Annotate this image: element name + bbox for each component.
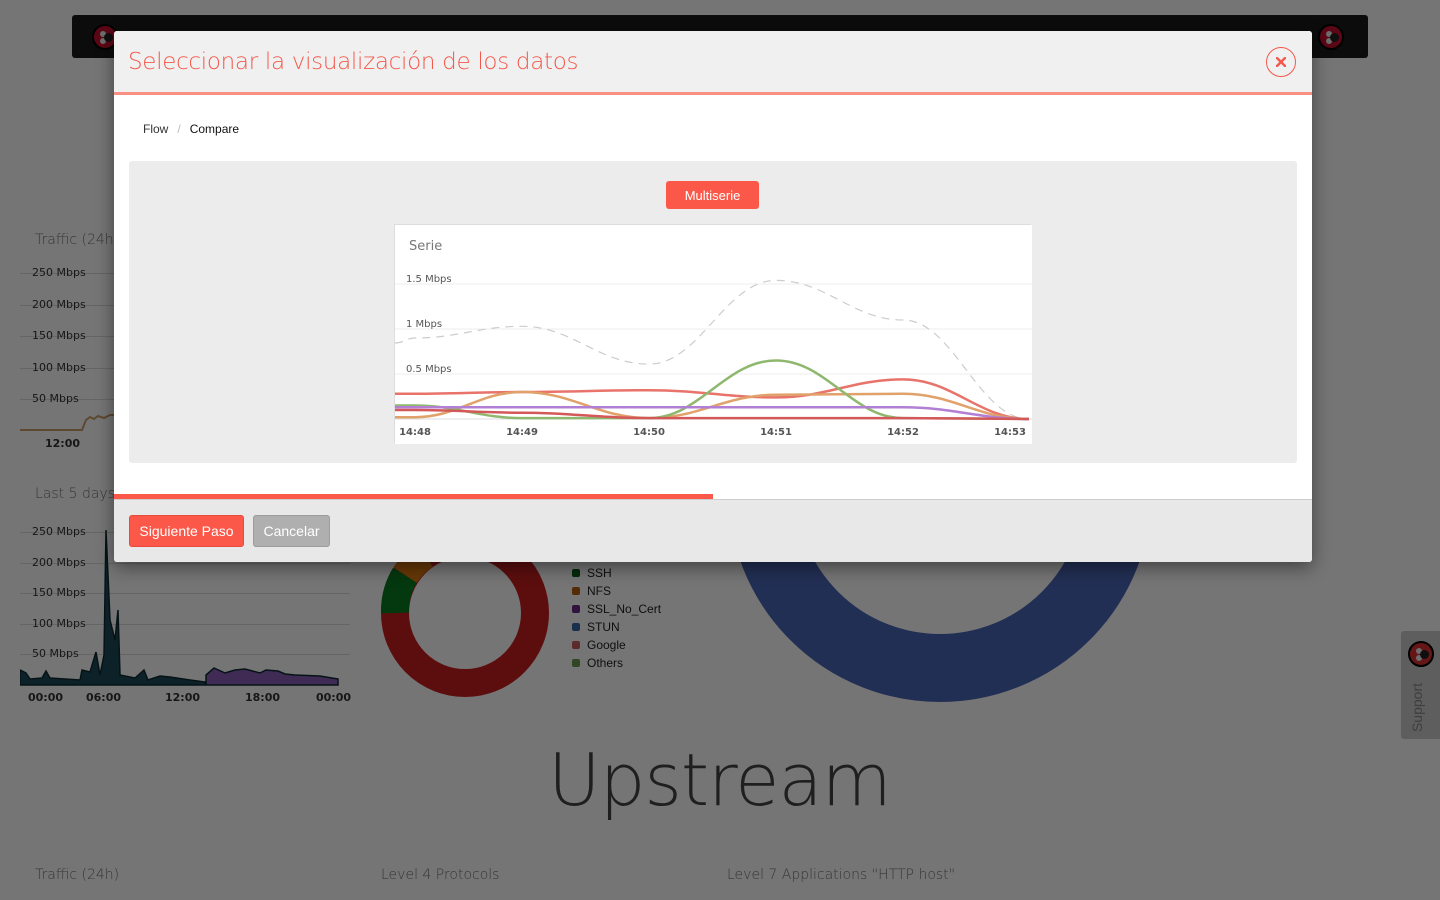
chart-y-tick-label: 1 Mbps [406,319,442,330]
modal-footer: Siguiente Paso Cancelar [114,499,1312,562]
next-step-button[interactable]: Siguiente Paso [129,515,244,547]
visualization-modal: Seleccionar la visualización de los dato… [114,31,1312,562]
chart-x-tick-label: 14:51 [760,427,792,438]
close-button[interactable] [1266,47,1296,77]
multiserie-button[interactable]: Multiserie [666,181,759,209]
cancel-button[interactable]: Cancelar [253,515,330,547]
breadcrumb-separator: / [177,122,181,136]
chart-x-tick-label: 14:52 [887,427,919,438]
multiseries-line-chart: Serie 0.5 Mbps 1 Mbps 1.5 Mbps 14:48 14:49 14:… [395,225,1032,444]
modal-header: Seleccionar la visualización de los dato… [114,31,1312,95]
chart-y-tick-label: 0.5 Mbps [406,364,452,375]
chart-x-tick-label: 14:50 [633,427,665,438]
chart-y-tick-label: 1.5 Mbps [406,274,452,285]
chart-x-tick-label: 14:49 [506,427,538,438]
visualization-area: Multiserie Serie 0.5 Mbps 1 Mbps 1.5 Mbps 14… [129,161,1297,463]
chart-x-tick-label: 14:53 [994,427,1026,438]
chart-preview-card[interactable]: Serie 0.5 Mbps 1 Mbps 1.5 Mbps 14:48 14:49 14:… [394,224,1032,444]
breadcrumb-compare: Compare [189,122,240,136]
chart-x-tick-label: 14:48 [399,427,431,438]
breadcrumb-flow[interactable]: Flow [143,122,168,136]
close-icon [1276,57,1286,67]
breadcrumb: Flow / Compare [143,122,239,136]
chart-title: Serie [409,239,442,254]
modal-title: Seleccionar la visualización de los dato… [128,49,579,75]
